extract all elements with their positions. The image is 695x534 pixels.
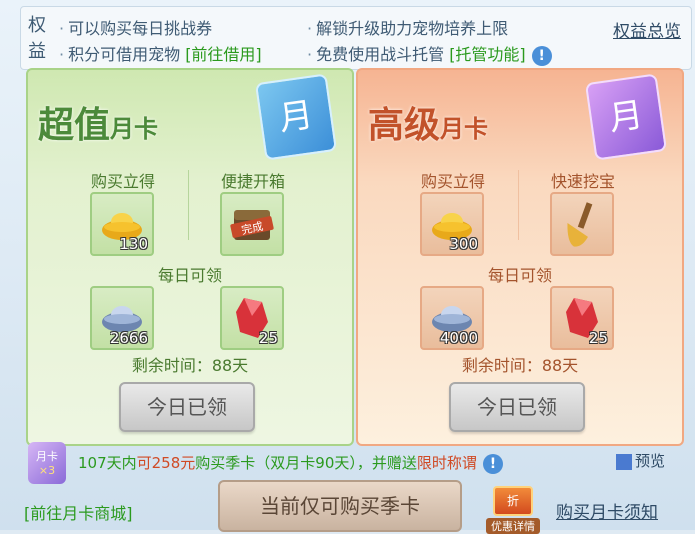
quick-open-label: 便捷开箱 [220,172,285,191]
claimed-today-button[interactable]: 今日已领 [119,382,255,432]
monthly-card-badge-icon: 月 [254,73,338,161]
item-count: 300 [449,235,478,253]
instant-reward-label: 购买立得 [420,172,485,191]
shovel-icon [567,202,593,247]
instant-reward-label: 购买立得 [90,172,155,191]
claimed-today-button[interactable]: 今日已领 [449,382,585,432]
monthly-card-bundle-icon: 月卡 ×3 [28,442,66,484]
reward-slot[interactable] [550,192,614,256]
benefits-title: 权益 [28,15,46,62]
reward-slot[interactable]: 4000 [420,286,484,350]
reward-slot[interactable]: 300 [420,192,484,256]
borrow-link[interactable]: [前往借用] [185,45,262,64]
gift-icon: 折 [493,486,533,516]
card-title: 超值月卡 [38,104,159,146]
info-icon[interactable]: ! [482,453,503,474]
info-icon[interactable]: ! [531,45,552,66]
reward-slot[interactable]: 完成 [220,192,284,256]
benefit-item: · 免费使用战斗托管 [托管功能]! [307,41,552,66]
remaining-time: 剩余时间：88天 [131,356,249,375]
quick-dig-label: 快速挖宝 [550,172,615,191]
benefits-overview-link[interactable]: 权益总览 [613,17,681,42]
daily-claim-label: 每日可领 [487,266,552,285]
title-preview-button[interactable]: 预览 [616,450,665,471]
card-title: 高级月卡 [368,104,489,146]
daily-claim-label: 每日可领 [157,266,222,285]
item-count: 25 [258,329,278,347]
divider [188,170,189,240]
item-count: 2666 [109,329,148,347]
divider [518,170,519,240]
benefit-item: · 解锁升级助力宠物培养上限 [307,19,509,38]
monthly-card-mall-link[interactable]: [前往月卡商城] [24,500,133,524]
item-count: 4000 [439,329,478,347]
checkbox-icon [616,453,632,470]
benefits-panel: 权益 · 可以购买每日挑战券 · 解锁升级助力宠物培养上限 · 积分可借用宠物 [前往… [20,6,692,70]
reward-slot[interactable]: 2666 [90,286,154,350]
reward-slot[interactable]: 25 [550,286,614,350]
remaining-time: 剩余时间：88天 [461,356,579,375]
auto-battle-link[interactable]: [托管功能] [449,45,526,64]
chest-complete-icon: 完成 [230,210,274,240]
purchase-notice-link[interactable]: 购买月卡须知 [556,498,658,523]
deal-details-button[interactable]: 折 优惠详情 [486,486,540,534]
item-count: 25 [588,329,608,347]
premium-monthly-card: 高级月卡 月 购买立得 快速挖宝 300 每日可领 4000 25 剩余时间：8… [356,68,684,446]
item-count: 130 [119,235,148,253]
reward-slot[interactable]: 25 [220,286,284,350]
monthly-card-badge-icon: 月 [584,73,668,161]
value-monthly-card: 超值月卡 月 购买立得 便捷开箱 130 完成 每日可领 2666 25 剩余时… [26,68,354,446]
reward-slot[interactable]: 130 [90,192,154,256]
benefit-item: · 积分可借用宠物 [前往借用] [59,45,262,64]
quarter-card-promo: 107天内可258元购买季卡（双月卡90天），并赠送限时称谓! [78,452,503,474]
benefit-item: · 可以购买每日挑战券 [59,19,213,38]
buy-quarter-card-button[interactable]: 当前仅可购买季卡 [218,480,462,532]
